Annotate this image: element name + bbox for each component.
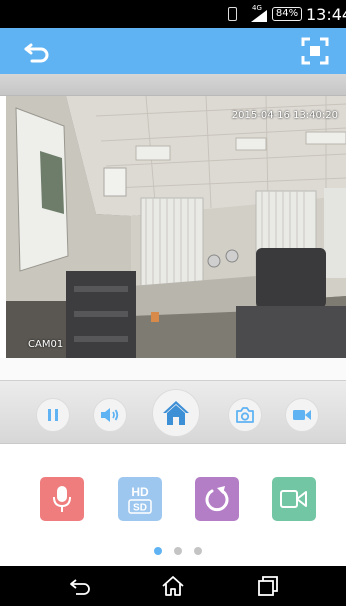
volume-button[interactable] [93,398,127,432]
pause-button[interactable] [36,398,70,432]
battery-indicator: 84% [272,7,302,21]
snapshot-button[interactable] [228,398,262,432]
speaker-icon [101,408,119,422]
camera-label: CAM01 [28,339,64,350]
sd-label: SD [133,503,147,514]
video-timestamp: 2015-04-16 13:40:20 [231,110,338,121]
camera-view[interactable]: 2015-04-16 13:40:20 CAM01 [6,96,346,358]
hd-sd-icon: HD SD [128,485,152,514]
rotate-button[interactable] [195,477,239,521]
page-dot-active[interactable] [154,547,162,555]
spacer [0,358,346,380]
camera-icon [236,407,254,423]
nav-recents-icon[interactable] [256,575,280,597]
video-camera-icon [293,410,311,420]
back-arrow-icon[interactable] [22,36,52,66]
video-record-icon [280,490,307,508]
vibrate-icon [228,7,237,21]
camera-scene [6,96,346,358]
nav-home-icon[interactable] [161,575,185,597]
page-indicator [154,546,204,556]
status-bar: 4G 84% 13:44 [0,0,346,28]
microphone-icon [53,486,71,512]
clock: 13:44 [306,5,346,24]
home-button[interactable] [152,389,200,437]
system-nav-bar [0,566,346,606]
video-record-button[interactable] [272,477,316,521]
hd-label: HD [131,485,149,499]
fullscreen-icon[interactable] [300,36,330,66]
divider [0,74,346,96]
page-dot[interactable] [174,547,182,555]
talk-button[interactable] [40,477,84,521]
nav-back-icon[interactable] [68,575,92,597]
page-dot[interactable] [194,547,202,555]
quality-toggle-button[interactable]: HD SD [118,477,162,521]
action-bar [0,28,346,74]
playback-controls [0,380,346,444]
rotate-icon [205,486,229,512]
record-button[interactable] [285,398,319,432]
signal-icon [251,10,267,22]
home-icon [163,401,189,425]
pause-icon [48,409,58,421]
